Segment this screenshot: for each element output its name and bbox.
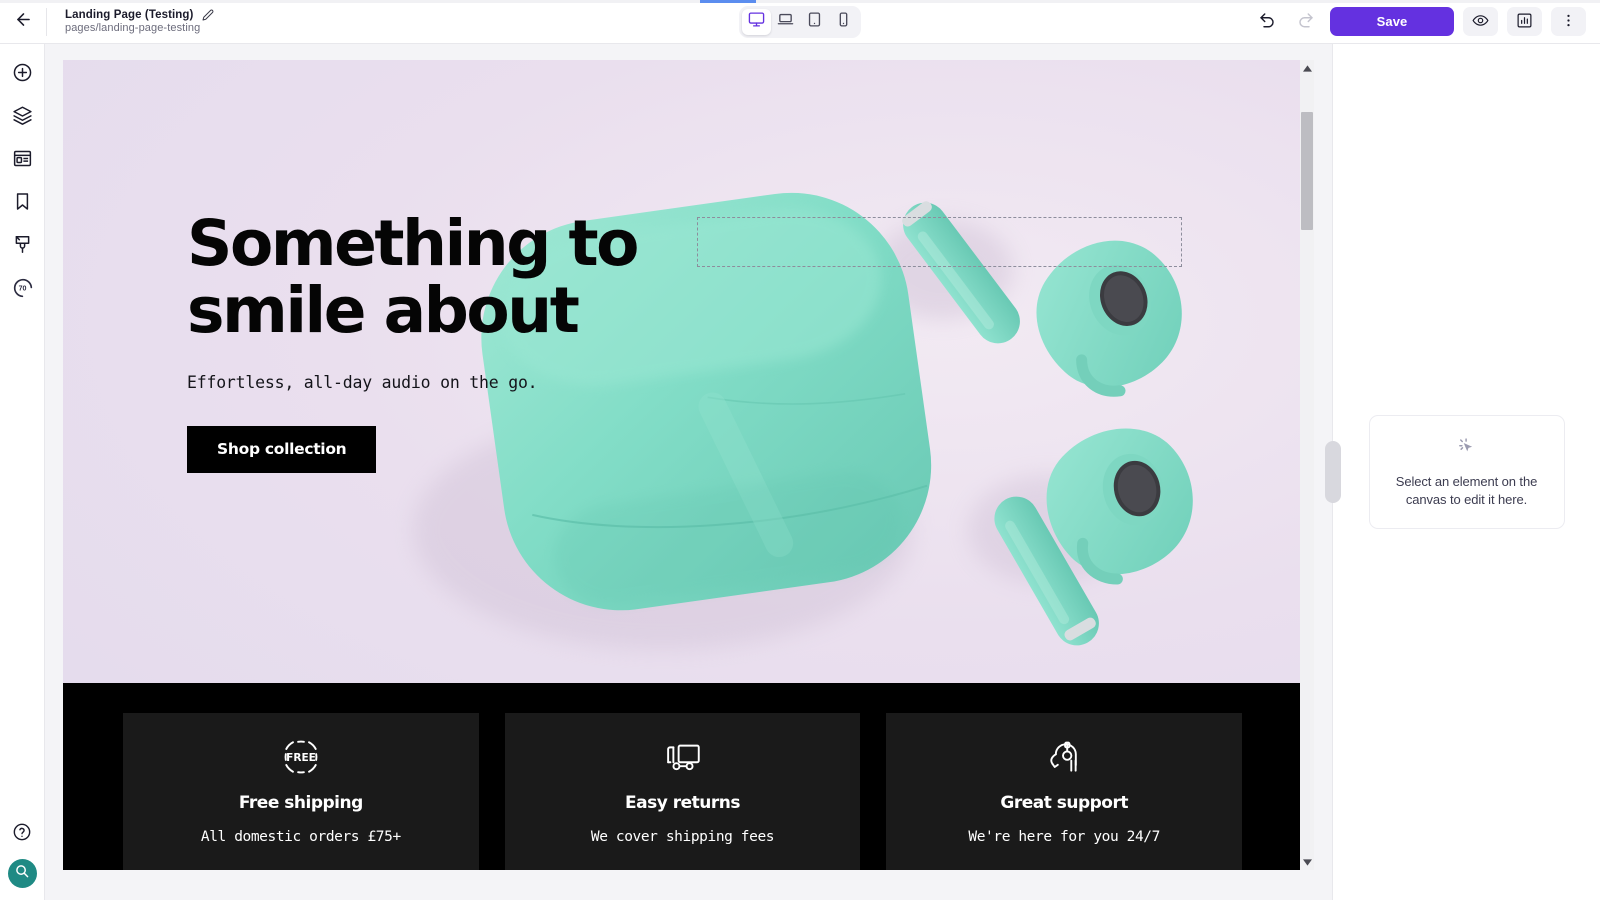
load-progress-segment bbox=[700, 0, 756, 3]
top-toolbar: Landing Page (Testing) pages/landing-pag… bbox=[0, 0, 1600, 44]
page-path: pages/landing-page-testing bbox=[65, 22, 201, 34]
device-desktop-button[interactable] bbox=[742, 9, 771, 35]
pencil-icon[interactable] bbox=[202, 9, 214, 21]
rail-item-add[interactable] bbox=[5, 58, 39, 92]
undo-icon bbox=[1258, 11, 1276, 32]
feature-card[interactable]: Easy returns We cover shipping fees bbox=[504, 713, 861, 870]
svg-text:FREE: FREE bbox=[286, 752, 316, 764]
device-tablet-button[interactable] bbox=[800, 9, 829, 35]
free-badge-icon: FREE bbox=[281, 737, 321, 777]
rail-item-score[interactable]: 70 bbox=[5, 273, 39, 307]
rail-item-sections[interactable] bbox=[5, 144, 39, 178]
left-rail: 70 bbox=[0, 44, 45, 900]
hero-headline-line2: smile about bbox=[187, 274, 580, 348]
hero-section[interactable]: Something to smile about Effortless, all… bbox=[63, 60, 1302, 683]
eye-icon bbox=[1472, 12, 1489, 32]
chart-icon bbox=[1516, 12, 1533, 32]
scrollbar-track[interactable] bbox=[1300, 76, 1314, 854]
search-button[interactable] bbox=[7, 859, 37, 888]
layers-icon bbox=[12, 105, 33, 131]
more-vertical-icon bbox=[1560, 12, 1577, 32]
hero-copy: Something to smile about Effortless, all… bbox=[187, 210, 747, 473]
plus-circle-icon bbox=[12, 62, 33, 88]
features-section[interactable]: FREE Free shipping All domestic orders £… bbox=[63, 683, 1302, 870]
more-options-button[interactable] bbox=[1551, 7, 1586, 36]
hero-headline-line1: Something to bbox=[187, 207, 639, 280]
rail-item-theme[interactable] bbox=[5, 230, 39, 264]
feature-title: Easy returns bbox=[625, 793, 740, 813]
toolbar-actions: Save bbox=[1252, 7, 1600, 37]
page-canvas[interactable]: Something to smile about Effortless, all… bbox=[63, 60, 1302, 870]
delivery-truck-icon bbox=[662, 737, 704, 777]
caret-up-icon[interactable] bbox=[1300, 60, 1314, 76]
arrow-left-icon bbox=[14, 10, 33, 34]
page-builder-app: Landing Page (Testing) pages/landing-pag… bbox=[0, 0, 1600, 900]
caret-down-icon[interactable] bbox=[1300, 854, 1314, 870]
scrollbar-thumb[interactable] bbox=[1301, 112, 1313, 230]
tablet-icon bbox=[806, 11, 823, 33]
device-switcher bbox=[739, 6, 861, 38]
feature-title: Free shipping bbox=[238, 793, 363, 813]
device-mobile-button[interactable] bbox=[829, 9, 858, 35]
canvas-area: Something to smile about Effortless, all… bbox=[45, 44, 1332, 900]
hero-headline[interactable]: Something to smile about bbox=[187, 210, 747, 345]
feature-description: We're here for you 24/7 bbox=[968, 829, 1160, 845]
headset-support-icon bbox=[1044, 737, 1084, 777]
feature-card[interactable]: FREE Free shipping All domestic orders £… bbox=[123, 713, 479, 870]
empty-state-card: Select an element on the canvas to edit … bbox=[1368, 414, 1565, 530]
laptop-icon bbox=[777, 11, 794, 33]
hero-subtitle[interactable]: Effortless, all-day audio on the go. bbox=[187, 373, 747, 392]
rail-item-saved[interactable] bbox=[5, 187, 39, 221]
page-title-row: Landing Page (Testing) bbox=[65, 9, 214, 21]
cursor-click-icon bbox=[1456, 436, 1478, 463]
feature-card[interactable]: Great support We're here for you 24/7 bbox=[886, 713, 1243, 870]
undo-button[interactable] bbox=[1252, 7, 1282, 37]
page-load-progress-bar bbox=[0, 0, 1600, 3]
analytics-button[interactable] bbox=[1507, 7, 1542, 36]
feature-title: Great support bbox=[1000, 793, 1128, 813]
rail-item-layers[interactable] bbox=[5, 101, 39, 135]
redo-icon bbox=[1297, 11, 1315, 32]
shop-collection-button[interactable]: Shop collection bbox=[187, 425, 377, 473]
device-laptop-button[interactable] bbox=[771, 9, 800, 35]
mobile-icon bbox=[835, 11, 852, 33]
bookmark-icon bbox=[12, 191, 33, 217]
canvas-scrollbar[interactable] bbox=[1300, 60, 1314, 870]
save-button[interactable]: Save bbox=[1330, 7, 1454, 36]
help-button[interactable] bbox=[5, 817, 39, 851]
gauge-icon: 70 bbox=[10, 275, 35, 305]
redo-button[interactable] bbox=[1291, 7, 1321, 37]
desktop-icon bbox=[748, 11, 765, 33]
help-circle-icon bbox=[12, 822, 32, 847]
app-body: 70 Something to smile about Effortless, … bbox=[0, 44, 1600, 900]
feature-description: We cover shipping fees bbox=[590, 829, 775, 845]
feature-description: All domestic orders £75+ bbox=[200, 829, 401, 845]
panel-collapse-handle[interactable] bbox=[1325, 441, 1341, 503]
back-button[interactable] bbox=[0, 0, 46, 44]
empty-state-text: Select an element on the canvas to edit … bbox=[1395, 473, 1538, 507]
search-icon bbox=[14, 863, 30, 884]
svg-text:70: 70 bbox=[18, 284, 26, 292]
page-title-block: Landing Page (Testing) pages/landing-pag… bbox=[47, 9, 214, 34]
paint-brush-icon bbox=[12, 234, 33, 260]
page-title: Landing Page (Testing) bbox=[65, 9, 194, 21]
properties-panel: Select an element on the canvas to edit … bbox=[1325, 44, 1600, 900]
template-icon bbox=[12, 148, 33, 174]
preview-button[interactable] bbox=[1463, 7, 1498, 36]
empty-drop-zone[interactable] bbox=[697, 217, 1182, 267]
